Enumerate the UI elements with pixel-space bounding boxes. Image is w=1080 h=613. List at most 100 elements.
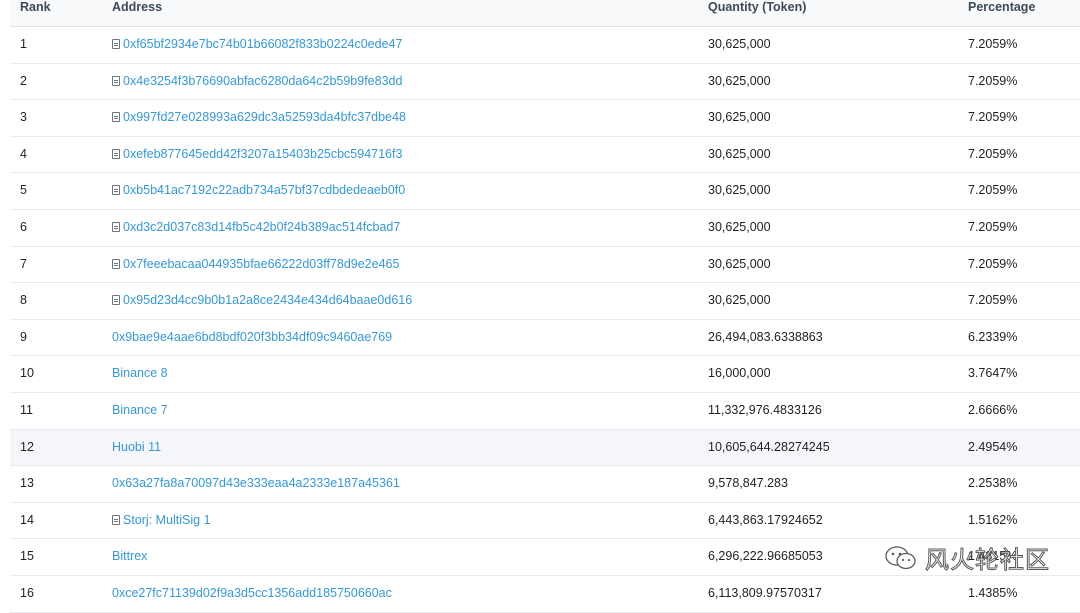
quantity-cell: 30,625,000	[708, 146, 771, 161]
watermark-text: 风火轮社区	[925, 546, 1050, 575]
address-link[interactable]: 0x997fd27e028993a629dc3a52593da4bfc37dbe…	[112, 100, 406, 136]
address-text[interactable]: Huobi 11	[112, 440, 161, 454]
address-text[interactable]: 0x4e3254f3b76690abfac6280da64c2b59b9fe83…	[123, 74, 402, 88]
table-row: 1 0xf65bf2934e7bc74b01b66082f833b0224c0ed…	[10, 27, 1080, 64]
header-address[interactable]: Address	[112, 0, 162, 14]
quantity-cell: 6,443,863.17924652	[708, 512, 823, 527]
percentage-cell: 7.2059%	[968, 293, 1018, 308]
percentage-cell: 2.4954%	[968, 439, 1018, 454]
table-row: 10 Binance 8 16,000,000 3.7647%	[10, 356, 1080, 393]
contract-file-icon	[112, 75, 120, 86]
percentage-cell: 2.2538%	[968, 476, 1018, 491]
rank-cell: 13	[20, 476, 34, 491]
quantity-cell: 6,296,222.96685053	[708, 549, 823, 564]
table-row: 6 0xd3c2d037c83d14fb5c42b0f24b389ac514fcb…	[10, 210, 1080, 247]
header-quantity[interactable]: Quantity (Token)	[708, 0, 806, 14]
percentage-cell: 7.2059%	[968, 219, 1018, 234]
address-link[interactable]: Huobi 11	[112, 430, 161, 466]
address-link[interactable]: Bittrex	[112, 539, 147, 575]
address-text[interactable]: 0xefeb877645edd42f3207a15403b25cbc594716…	[123, 147, 402, 161]
address-text[interactable]: 0xd3c2d037c83d14fb5c42b0f24b389ac514fcba…	[123, 220, 400, 234]
quantity-cell: 9,578,847.283	[708, 476, 788, 491]
address-text[interactable]: Binance 7	[112, 403, 168, 417]
quantity-cell: 30,625,000	[708, 183, 771, 198]
rank-cell: 16	[20, 585, 34, 600]
address-link[interactable]: 0xce27fc71139d02f9a3d5cc1356add185750660…	[112, 576, 392, 612]
address-link[interactable]: 0x7feeebacaa044935bfae66222d03ff78d9e2e4…	[112, 247, 399, 283]
quantity-cell: 30,625,000	[708, 73, 771, 88]
wechat-icon	[885, 545, 916, 569]
address-text[interactable]: 0x7feeebacaa044935bfae66222d03ff78d9e2e4…	[123, 257, 399, 271]
watermark: 风火轮社区	[883, 540, 1050, 575]
address-text[interactable]: 0xb5b41ac7192c22adb734a57bf37cdbdedeaeb0…	[123, 183, 405, 197]
rank-cell: 5	[20, 183, 27, 198]
percentage-cell: 7.2059%	[968, 256, 1018, 271]
address-text[interactable]: 0x95d23d4cc9b0b1a2a8ce2434e434d64baae0d6…	[123, 293, 412, 307]
address-text[interactable]: 0xf65bf2934e7bc74b01b66082f833b0224c0ede…	[123, 37, 402, 51]
address-link[interactable]: 0xefeb877645edd42f3207a15403b25cbc594716…	[112, 137, 402, 173]
address-text[interactable]: Storj: MultiSig 1	[123, 513, 211, 527]
quantity-cell: 26,494,083.6338863	[708, 329, 823, 344]
address-link[interactable]: 0x63a27fa8a70097d43e333eaa4a2333e187a453…	[112, 466, 400, 502]
percentage-cell: 3.7647%	[968, 366, 1018, 381]
address-link[interactable]: 0x9bae9e4aae6bd8bdf020f3bb34df09c9460ae7…	[112, 320, 392, 356]
token-holders-table: Rank Address Quantity (Token) Percentage…	[10, 0, 1080, 613]
quantity-cell: 30,625,000	[708, 110, 771, 125]
rank-cell: 8	[20, 293, 27, 308]
quantity-cell: 6,113,809.97570317	[708, 585, 822, 600]
rank-cell: 1	[20, 37, 27, 51]
contract-file-icon	[112, 185, 120, 196]
rank-cell: 14	[20, 512, 34, 527]
table-body: 1 0xf65bf2934e7bc74b01b66082f833b0224c0ed…	[10, 27, 1080, 613]
address-link[interactable]: Binance 7	[112, 393, 168, 429]
rank-cell: 6	[20, 219, 27, 234]
quantity-cell: 11,332,976.4833126	[708, 402, 822, 417]
table-row: 12 Huobi 11 10,605,644.28274245 2.4954%	[10, 429, 1080, 467]
table-header: Rank Address Quantity (Token) Percentage	[10, 0, 1080, 27]
address-link[interactable]: Storj: MultiSig 1	[112, 503, 211, 539]
contract-file-icon	[112, 221, 120, 232]
rank-cell: 7	[20, 256, 27, 271]
table-row: 9 0x9bae9e4aae6bd8bdf020f3bb34df09c9460ae…	[10, 320, 1080, 357]
address-text[interactable]: Binance 8	[112, 366, 168, 380]
header-rank[interactable]: Rank	[20, 0, 51, 14]
percentage-cell: 7.2059%	[968, 37, 1018, 51]
quantity-cell: 16,000,000	[708, 366, 771, 381]
contract-file-icon	[112, 148, 120, 159]
table-row: 7 0x7feeebacaa044935bfae66222d03ff78d9e2e…	[10, 247, 1080, 284]
quantity-cell: 30,625,000	[708, 256, 771, 271]
table-row: 3 0x997fd27e028993a629dc3a52593da4bfc37db…	[10, 100, 1080, 137]
address-text[interactable]: 0x9bae9e4aae6bd8bdf020f3bb34df09c9460ae7…	[112, 330, 392, 344]
contract-file-icon	[112, 39, 120, 49]
table-row: 16 0xce27fc71139d02f9a3d5cc1356add1857506…	[10, 576, 1080, 613]
address-link[interactable]: 0xf65bf2934e7bc74b01b66082f833b0224c0ede…	[112, 27, 402, 63]
percentage-cell: 7.2059%	[968, 73, 1018, 88]
address-link[interactable]: 0x95d23d4cc9b0b1a2a8ce2434e434d64baae0d6…	[112, 283, 412, 319]
address-text[interactable]: 0x63a27fa8a70097d43e333eaa4a2333e187a453…	[112, 476, 400, 490]
rank-cell: 4	[20, 146, 27, 161]
table-row: 13 0x63a27fa8a70097d43e333eaa4a2333e187a4…	[10, 466, 1080, 503]
table-row: 2 0x4e3254f3b76690abfac6280da64c2b59b9fe8…	[10, 64, 1080, 101]
address-text[interactable]: 0xce27fc71139d02f9a3d5cc1356add185750660…	[112, 586, 392, 600]
address-link[interactable]: 0x4e3254f3b76690abfac6280da64c2b59b9fe83…	[112, 64, 402, 100]
table-row: 11 Binance 7 11,332,976.4833126 2.6666%	[10, 393, 1080, 430]
rank-cell: 2	[20, 73, 27, 88]
contract-file-icon	[112, 295, 120, 306]
percentage-cell: 7.2059%	[968, 146, 1018, 161]
address-text[interactable]: Bittrex	[112, 549, 147, 563]
address-link[interactable]: 0xd3c2d037c83d14fb5c42b0f24b389ac514fcba…	[112, 210, 400, 246]
percentage-cell: 7.2059%	[968, 110, 1018, 125]
header-percentage[interactable]: Percentage	[968, 0, 1035, 14]
contract-file-icon	[112, 514, 120, 525]
quantity-cell: 30,625,000	[708, 219, 771, 234]
address-link[interactable]: 0xb5b41ac7192c22adb734a57bf37cdbdedeaeb0…	[112, 173, 405, 209]
rank-cell: 11	[20, 402, 33, 417]
contract-file-icon	[112, 258, 120, 269]
address-text[interactable]: 0x997fd27e028993a629dc3a52593da4bfc37dbe…	[123, 110, 406, 124]
quantity-cell: 10,605,644.28274245	[708, 439, 830, 454]
address-link[interactable]: Binance 8	[112, 356, 168, 392]
rank-cell: 3	[20, 110, 27, 125]
table-row: 4 0xefeb877645edd42f3207a15403b25cbc59471…	[10, 137, 1080, 174]
table-row: 8 0x95d23d4cc9b0b1a2a8ce2434e434d64baae0d…	[10, 283, 1080, 320]
table-row: 5 0xb5b41ac7192c22adb734a57bf37cdbdedeaeb…	[10, 173, 1080, 210]
